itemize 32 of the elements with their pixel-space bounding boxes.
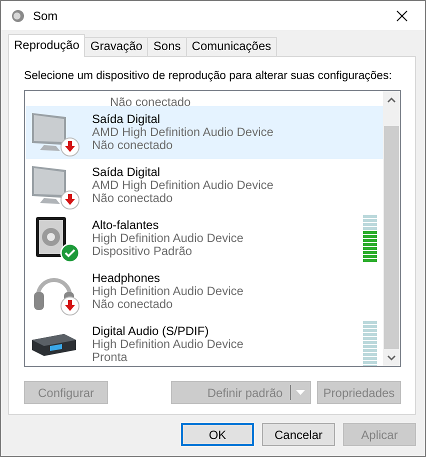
device-name: Headphones: [92, 272, 162, 285]
device-status: Não conectado: [92, 192, 174, 205]
device-name: Alto-falantes: [92, 219, 160, 232]
receiver-icon: [30, 332, 78, 356]
device-row[interactable]: Saída Digital AMD High Definition Audio Device Não conectado: [26, 106, 383, 159]
scroll-up-icon[interactable]: [387, 96, 396, 102]
device-status: Não conectado: [92, 139, 174, 152]
speaker-icon: [11, 8, 25, 22]
window-title: Som: [33, 8, 58, 24]
button[interactable]: Cancelar: [262, 423, 335, 446]
device-row[interactable]: Alto-falantes High Definition Audio Device Dispositivo Padrão: [26, 212, 383, 265]
device-status: Não conectado: [92, 298, 174, 311]
device-driver: AMD High Definition Audio Device: [92, 126, 274, 139]
instruction-text: Selecione um dispositivo de reprodução para alterar suas configurações:: [24, 69, 392, 84]
scroll-down-icon[interactable]: [387, 354, 396, 360]
device-status: Pronta: [92, 351, 128, 364]
tab[interactable]: Comunicações: [186, 37, 278, 56]
device-name: Saída Digital: [92, 166, 162, 179]
device-status: Dispositivo Padrão: [92, 245, 194, 258]
device-driver: High Definition Audio Device: [92, 285, 244, 298]
tab[interactable]: Reprodução: [8, 34, 86, 57]
button[interactable]: OK: [181, 423, 254, 446]
device-row[interactable]: Headphones High Definition Audio Device Não conectado: [26, 265, 383, 318]
scrollbar[interactable]: [383, 91, 400, 366]
device-driver: High Definition Audio Device: [92, 338, 244, 351]
device-row[interactable]: Saída Digital AMD High Definition Audio Device Não conectado: [26, 159, 383, 212]
device-driver: High Definition Audio Device: [92, 232, 244, 245]
device-name: Digital Audio (S/PDIF): [92, 325, 210, 338]
device-driver: AMD High Definition Audio Device: [92, 179, 274, 192]
close-icon: [396, 10, 408, 22]
device-name: Saída Digital: [92, 113, 162, 126]
device-row[interactable]: Digital Audio (S/PDIF) High Definition Audio Device Pronta: [26, 318, 383, 366]
